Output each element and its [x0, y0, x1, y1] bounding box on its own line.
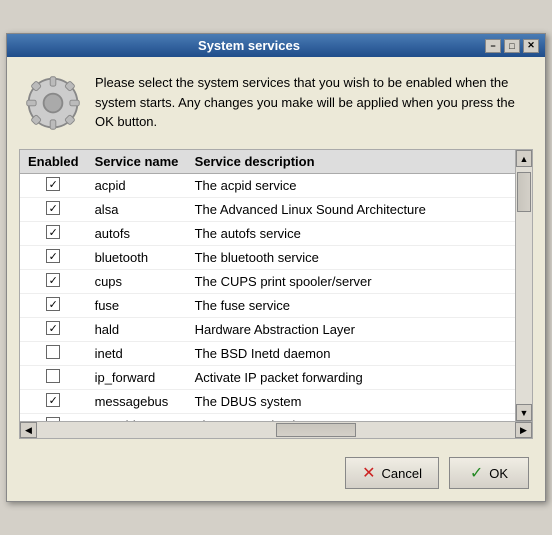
vertical-scrollbar: ▲ ▼	[515, 150, 532, 421]
service-name-cell: autofs	[87, 222, 187, 246]
service-checkbox[interactable]	[46, 321, 60, 335]
description-text: Please select the system services that y…	[95, 73, 529, 132]
service-desc-cell: The CUPS print spooler/server	[187, 270, 515, 294]
service-desc-cell: The bluetooth service	[187, 246, 515, 270]
table-row: autofsThe autofs service	[20, 222, 515, 246]
system-services-window: System services − □ ✕ Please select the …	[6, 33, 546, 502]
table-row: cupsThe CUPS print spooler/server	[20, 270, 515, 294]
col-enabled: Enabled	[20, 150, 87, 174]
enabled-cell	[20, 270, 87, 294]
service-name-cell: fuse	[87, 294, 187, 318]
enabled-cell	[20, 198, 87, 222]
ok-label: OK	[489, 466, 508, 481]
service-checkbox[interactable]	[46, 393, 60, 407]
minimize-button[interactable]: −	[485, 39, 501, 53]
service-name-cell: mysqld	[87, 414, 187, 422]
header-area: Please select the system services that y…	[7, 57, 545, 143]
service-desc-cell: The MySQL database server	[187, 414, 515, 422]
service-name-cell: messagebus	[87, 390, 187, 414]
service-desc-cell: The Advanced Linux Sound Architecture	[187, 198, 515, 222]
service-checkbox[interactable]	[46, 297, 60, 311]
service-name-cell: bluetooth	[87, 246, 187, 270]
enabled-cell	[20, 318, 87, 342]
horizontal-scrollbar: ◀ ▶	[20, 421, 532, 438]
enabled-cell	[20, 390, 87, 414]
scroll-h-track[interactable]	[37, 422, 515, 438]
maximize-button[interactable]: □	[504, 39, 520, 53]
table-row: mysqldThe MySQL database server	[20, 414, 515, 422]
scroll-right-arrow[interactable]: ▶	[515, 422, 532, 438]
scroll-track[interactable]	[516, 167, 532, 404]
service-checkbox[interactable]	[46, 369, 60, 383]
enabled-cell	[20, 366, 87, 390]
table-row: acpidThe acpid service	[20, 174, 515, 198]
service-checkbox[interactable]	[46, 273, 60, 287]
service-desc-cell: The fuse service	[187, 294, 515, 318]
scroll-left-arrow[interactable]: ◀	[20, 422, 37, 438]
service-checkbox[interactable]	[46, 177, 60, 191]
titlebar: System services − □ ✕	[7, 34, 545, 57]
cancel-button[interactable]: ✕ Cancel	[345, 457, 439, 489]
service-desc-cell: The DBUS system	[187, 390, 515, 414]
button-row: ✕ Cancel ✓ OK	[7, 449, 545, 501]
table-row: messagebusThe DBUS system	[20, 390, 515, 414]
service-desc-cell: Hardware Abstraction Layer	[187, 318, 515, 342]
scroll-down-arrow[interactable]: ▼	[516, 404, 532, 421]
scroll-up-arrow[interactable]: ▲	[516, 150, 532, 167]
service-name-cell: alsa	[87, 198, 187, 222]
services-tbody: acpidThe acpid servicealsaThe Advanced L…	[20, 174, 515, 422]
service-name-cell: cups	[87, 270, 187, 294]
enabled-cell	[20, 294, 87, 318]
window-title: System services	[13, 38, 485, 53]
service-name-cell: inetd	[87, 342, 187, 366]
service-desc-cell: The BSD Inetd daemon	[187, 342, 515, 366]
scroll-thumb[interactable]	[517, 172, 531, 212]
ok-icon: ✓	[470, 463, 483, 483]
service-name-cell: hald	[87, 318, 187, 342]
cancel-label: Cancel	[382, 466, 422, 481]
table-row: alsaThe Advanced Linux Sound Architectur…	[20, 198, 515, 222]
table-row: ip_forwardActivate IP packet forwarding	[20, 366, 515, 390]
table-row: inetdThe BSD Inetd daemon	[20, 342, 515, 366]
ok-button[interactable]: ✓ OK	[449, 457, 529, 489]
service-checkbox[interactable]	[46, 417, 60, 421]
enabled-cell	[20, 174, 87, 198]
cancel-icon: ✕	[362, 463, 375, 483]
service-checkbox[interactable]	[46, 201, 60, 215]
table-row: bluetoothThe bluetooth service	[20, 246, 515, 270]
service-desc-cell: The acpid service	[187, 174, 515, 198]
services-table-container: Enabled Service name Service description…	[19, 149, 533, 439]
table-header-row: Enabled Service name Service description	[20, 150, 515, 174]
enabled-cell	[20, 414, 87, 422]
scroll-h-thumb[interactable]	[276, 423, 356, 437]
col-service-desc: Service description	[187, 150, 515, 174]
close-button[interactable]: ✕	[523, 39, 539, 53]
enabled-cell	[20, 342, 87, 366]
service-desc-cell: The autofs service	[187, 222, 515, 246]
service-name-cell: acpid	[87, 174, 187, 198]
col-service-name: Service name	[87, 150, 187, 174]
titlebar-buttons: − □ ✕	[485, 39, 539, 53]
table-inner[interactable]: Enabled Service name Service description…	[20, 150, 515, 421]
service-name-cell: ip_forward	[87, 366, 187, 390]
service-checkbox[interactable]	[46, 249, 60, 263]
services-table: Enabled Service name Service description…	[20, 150, 515, 421]
service-checkbox[interactable]	[46, 225, 60, 239]
enabled-cell	[20, 222, 87, 246]
service-checkbox[interactable]	[46, 345, 60, 359]
table-row: fuseThe fuse service	[20, 294, 515, 318]
table-row: haldHardware Abstraction Layer	[20, 318, 515, 342]
service-desc-cell: Activate IP packet forwarding	[187, 366, 515, 390]
enabled-cell	[20, 246, 87, 270]
gear-icon	[23, 73, 83, 133]
table-scroll-wrapper: Enabled Service name Service description…	[20, 150, 532, 421]
